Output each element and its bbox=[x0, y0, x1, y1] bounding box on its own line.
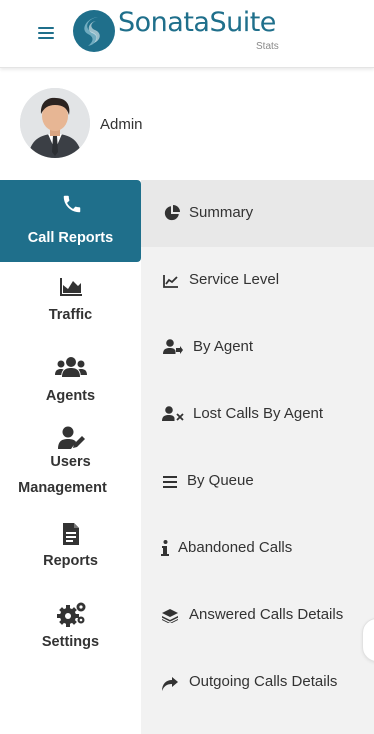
nav-label-traffic: Traffic bbox=[48, 307, 93, 323]
call-reports-submenu: Summary Service Level By Agent Lost Call… bbox=[141, 180, 374, 734]
user-times-icon bbox=[162, 406, 184, 421]
hamburger-icon[interactable] bbox=[38, 27, 54, 39]
submenu-label-service-level: Service Level bbox=[189, 271, 280, 288]
user-panel: Admin bbox=[0, 78, 374, 174]
list-icon bbox=[163, 476, 177, 488]
submenu-label-summary: Summary bbox=[189, 204, 254, 221]
line-chart-icon bbox=[163, 275, 178, 288]
submenu-label-by-agent: By Agent bbox=[193, 338, 254, 355]
nav-label-agents: Agents bbox=[45, 388, 96, 404]
nav-item-settings[interactable]: Settings bbox=[0, 598, 141, 678]
submenu-label-abandoned-calls: Abandoned Calls bbox=[178, 539, 293, 556]
user-arrow-icon bbox=[163, 339, 183, 354]
nav-label-reports: Reports bbox=[43, 553, 98, 569]
layers-icon bbox=[162, 609, 178, 623]
brand-subtitle: Stats bbox=[256, 41, 279, 52]
submenu-label-lost-calls-by-agent: Lost Calls By Agent bbox=[193, 405, 324, 422]
user-edit-icon bbox=[58, 426, 85, 449]
nav-label-call-reports: Call Reports bbox=[27, 230, 114, 246]
username: Admin bbox=[100, 116, 143, 133]
submenu-item-answered-calls-details[interactable]: Answered Calls Details bbox=[141, 582, 374, 649]
gears-icon bbox=[57, 602, 86, 627]
submenu-item-service-level[interactable]: Service Level bbox=[141, 247, 374, 314]
brand-name: SonataSuite bbox=[118, 7, 276, 38]
nav-label-users: Users bbox=[50, 454, 91, 470]
submenu-label-outgoing-calls-details: Outgoing Calls Details bbox=[189, 673, 338, 690]
share-arrow-icon bbox=[162, 677, 178, 691]
submenu-item-summary[interactable]: Summary bbox=[141, 180, 374, 247]
submenu-item-by-queue[interactable]: By Queue bbox=[141, 448, 374, 515]
nav-item-agents[interactable]: Agents bbox=[0, 342, 141, 422]
submenu-item-by-agent[interactable]: By Agent bbox=[141, 314, 374, 381]
submenu-label-by-queue: By Queue bbox=[187, 472, 254, 489]
sonatasuite-logo-icon bbox=[73, 10, 115, 52]
main-nav: Call Reports Traffic Agents Users Manage… bbox=[0, 180, 141, 678]
avatar[interactable] bbox=[20, 88, 90, 158]
nav-label-settings: Settings bbox=[41, 634, 100, 650]
panel-edge-handle[interactable] bbox=[362, 618, 374, 662]
submenu-item-abandoned-calls[interactable]: Abandoned Calls bbox=[141, 515, 374, 582]
document-icon bbox=[63, 523, 79, 545]
nav-item-call-reports[interactable]: Call Reports bbox=[0, 180, 141, 262]
submenu-label-answered-calls-details: Answered Calls Details bbox=[189, 606, 344, 623]
pie-chart-icon bbox=[164, 205, 180, 221]
user-avatar-icon bbox=[20, 88, 90, 158]
nav-item-users-management[interactable]: Users Management bbox=[0, 422, 141, 518]
area-chart-icon bbox=[60, 278, 82, 296]
nav-item-traffic[interactable]: Traffic bbox=[0, 262, 141, 342]
top-header: SonataSuite Stats bbox=[0, 0, 374, 68]
submenu-item-outgoing-calls-details[interactable]: Outgoing Calls Details bbox=[141, 649, 374, 716]
info-icon bbox=[161, 540, 169, 556]
nav-label-management: Management bbox=[18, 480, 107, 496]
phone-icon bbox=[63, 195, 81, 213]
users-icon bbox=[55, 357, 87, 377]
submenu-item-lost-calls-by-agent[interactable]: Lost Calls By Agent bbox=[141, 381, 374, 448]
nav-item-reports[interactable]: Reports bbox=[0, 518, 141, 598]
